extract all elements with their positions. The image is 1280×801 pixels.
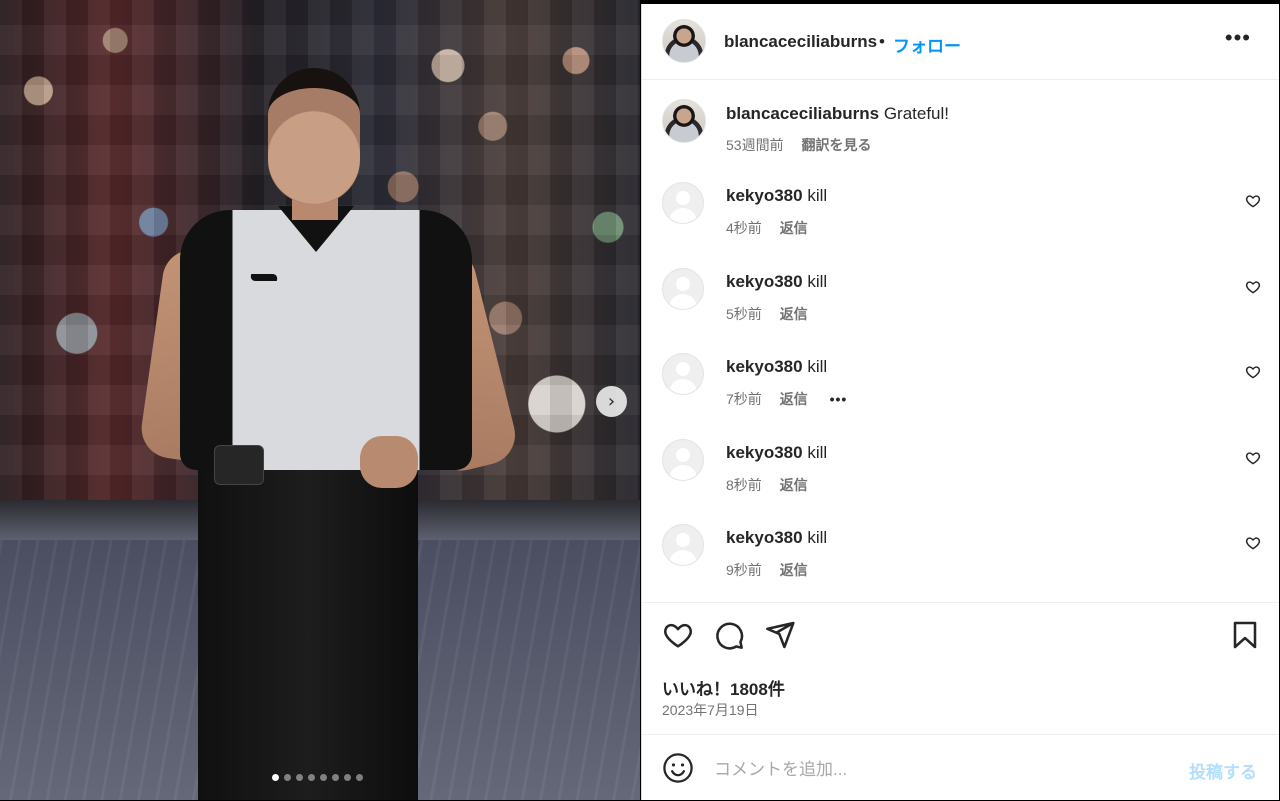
comment-like-icon[interactable]: [1245, 193, 1261, 209]
comment-text: kekyo380 kill: [726, 272, 827, 292]
commenter-avatar[interactable]: [662, 182, 704, 224]
comment-username[interactable]: kekyo380: [726, 357, 803, 376]
post-header: blancaceciliaburns • フォロー •••: [642, 4, 1279, 80]
referee-radio-pack: [214, 445, 264, 485]
carousel-dot: [272, 774, 279, 781]
comment-username[interactable]: kekyo380: [726, 528, 803, 547]
commenter-avatar[interactable]: [662, 353, 704, 395]
carousel-dot: [344, 774, 351, 781]
comment-row: kekyo380 kill 5秒前 返信: [642, 264, 1279, 349]
carousel-dot: [320, 774, 327, 781]
carousel-next-button[interactable]: ›: [596, 386, 627, 417]
author-avatar[interactable]: [662, 19, 706, 63]
caption-username[interactable]: blancaceciliaburns: [726, 104, 879, 123]
comment-username[interactable]: kekyo380: [726, 443, 803, 462]
comment-text: kekyo380 kill: [726, 357, 827, 377]
comment-body: kill: [807, 271, 828, 291]
carousel-dots: [272, 774, 363, 781]
comment-meta: 9秒前 返信: [726, 560, 808, 580]
carousel-dot: [308, 774, 315, 781]
referee-head: [268, 68, 360, 204]
comment-row: kekyo380 kill 4秒前 返信: [642, 178, 1279, 263]
commenter-avatar[interactable]: [662, 267, 704, 310]
comment-input[interactable]: [712, 755, 1156, 785]
caption-text: blancaceciliaburns Grateful!: [726, 104, 949, 124]
referee-hand: [360, 436, 418, 488]
comment-meta: 4秒前 返信: [726, 218, 808, 238]
comment-like-icon[interactable]: [1245, 364, 1261, 380]
comment-meta: 8秒前 返信: [726, 475, 808, 495]
comment-like-icon[interactable]: [1245, 279, 1261, 295]
likes-count[interactable]: いいね！1808件: [662, 675, 785, 700]
post-panel: blancaceciliaburns • フォロー ••• blancaceci…: [641, 4, 1279, 800]
comment-more-button[interactable]: •••: [830, 391, 848, 407]
comment-composer: 投稿する: [642, 734, 1279, 801]
reply-button[interactable]: 返信: [780, 391, 808, 407]
comment-time: 7秒前: [726, 391, 762, 407]
post-media[interactable]: ›: [0, 0, 640, 800]
carousel-dot: [284, 774, 291, 781]
comment-row: kekyo380 kill 8秒前 返信: [642, 435, 1279, 520]
translate-link[interactable]: 翻訳を見る: [801, 137, 871, 153]
comment-like-icon[interactable]: [1245, 535, 1261, 551]
carousel-dot: [296, 774, 303, 781]
referee-shirt: [180, 210, 472, 470]
comment-time: 4秒前: [726, 220, 762, 236]
carousel-dot: [356, 774, 363, 781]
comment-body: kill: [807, 186, 828, 205]
commenter-avatar[interactable]: [662, 438, 704, 481]
post-date: 2023年7月19日: [662, 702, 759, 718]
carousel-dot: [332, 774, 339, 781]
comment-text: kekyo380 kill: [726, 186, 827, 206]
heart-icon[interactable]: [662, 619, 694, 651]
comment-meta: 5秒前 返信: [726, 304, 808, 324]
caption-author-avatar[interactable]: [662, 99, 706, 143]
comment-body: kill: [807, 357, 828, 376]
send-icon[interactable]: [764, 619, 796, 651]
comment-username[interactable]: kekyo380: [726, 272, 803, 291]
comment-body: kill: [807, 442, 828, 462]
comment-time: 8秒前: [726, 476, 762, 493]
swoosh-logo: [248, 274, 280, 281]
comments-list[interactable]: blancaceciliaburns Grateful! 53週間前 翻訳を見る…: [642, 80, 1279, 602]
comment-text: kekyo380 kill: [726, 528, 827, 548]
comment-row: kekyo380 kill 7秒前 返信 •••: [642, 349, 1279, 434]
post-caption: blancaceciliaburns Grateful! 53週間前 翻訳を見る: [642, 80, 1279, 160]
smiley-icon[interactable]: [662, 752, 694, 784]
reply-button[interactable]: 返信: [780, 220, 808, 236]
bookmark-icon[interactable]: [1229, 619, 1261, 651]
post-comment-button[interactable]: 投稿する: [1189, 758, 1257, 783]
separator-dot: •: [879, 32, 885, 51]
caption-body: Grateful!: [883, 104, 950, 123]
follow-button[interactable]: フォロー: [893, 32, 961, 57]
commenter-avatar[interactable]: [662, 524, 704, 566]
reply-button[interactable]: 返信: [780, 306, 808, 322]
comment-body: kill: [807, 528, 828, 547]
comment-bubble-icon[interactable]: [713, 619, 745, 651]
referee-pants: [198, 455, 418, 800]
reply-button[interactable]: 返信: [780, 477, 808, 493]
reply-button[interactable]: 返信: [780, 562, 808, 578]
author-username[interactable]: blancaceciliaburns: [724, 32, 877, 52]
comment-username[interactable]: kekyo380: [726, 186, 803, 205]
comment-meta: 7秒前 返信 •••: [726, 389, 847, 409]
comment-time: 5秒前: [726, 305, 762, 322]
comment-text: kekyo380 kill: [726, 443, 827, 463]
more-options-button[interactable]: •••: [1219, 24, 1257, 52]
action-bar: いいね！1808件 2023年7月19日: [642, 602, 1279, 733]
caption-time: 53週間前: [726, 137, 784, 153]
comment-row: kekyo380 kill 9秒前 返信: [642, 520, 1279, 602]
comment-time: 9秒前: [726, 562, 762, 578]
caption-meta: 53週間前 翻訳を見る: [726, 135, 871, 155]
comment-like-icon[interactable]: [1245, 450, 1261, 466]
